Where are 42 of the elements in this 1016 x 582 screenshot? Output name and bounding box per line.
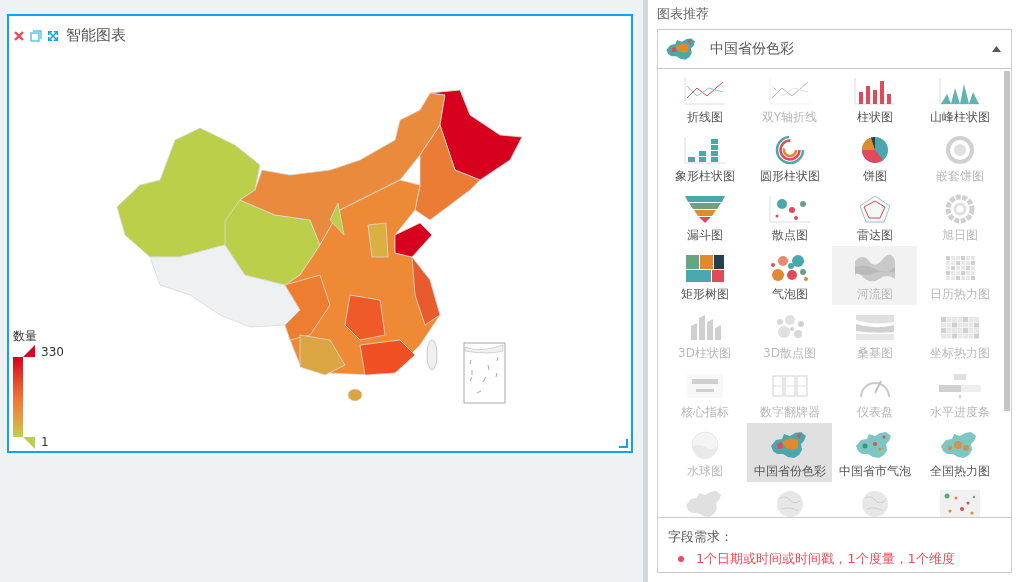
- chart-type-option[interactable]: 山峰柱状图: [917, 69, 1002, 128]
- chart-type-option[interactable]: 散点图: [747, 187, 832, 246]
- chart-type-option[interactable]: 中国省市气泡: [832, 423, 917, 482]
- area-peaks-icon: [937, 76, 982, 106]
- chart-type-option[interactable]: 中国省份色彩: [747, 423, 832, 482]
- chart-type-option[interactable]: 矩形树图: [662, 246, 747, 305]
- chart-type-option[interactable]: 折线图: [662, 69, 747, 128]
- copy-icon[interactable]: [30, 29, 42, 42]
- scatter-icon: [767, 194, 812, 224]
- legend-title: 数量: [13, 328, 38, 345]
- line-chart-icon: [767, 76, 812, 106]
- line-chart-icon: [682, 76, 727, 106]
- legend-min-value: 1: [41, 435, 50, 449]
- streamgraph-icon: [852, 253, 897, 283]
- chart-type-option[interactable]: 全国热力图: [917, 423, 1002, 482]
- expand-icon[interactable]: [47, 29, 59, 42]
- dot-map-icon: [937, 489, 982, 517]
- resize-handle[interactable]: [619, 439, 628, 448]
- chart-type-option[interactable]: 柱状图: [832, 69, 917, 128]
- chart-type-option[interactable]: 气泡图: [747, 246, 832, 305]
- south-china-sea-inset-drawing: [463, 342, 506, 404]
- range-handle-icon[interactable]: [23, 345, 35, 357]
- requirement-text: 1个日期或时间或时间戳，1个度量，1个维度: [696, 550, 955, 568]
- requirements-title: 字段需求：: [668, 528, 734, 546]
- chart-type-option[interactable]: 雷达图: [832, 187, 917, 246]
- chart-type-option[interactable]: 漏斗图: [662, 187, 747, 246]
- pictorial-bar-icon: [682, 135, 727, 165]
- bullet-dot: [678, 556, 684, 562]
- chart-type-option[interactable]: 圆形柱状图: [747, 128, 832, 187]
- progress-bar-icon: [937, 371, 982, 401]
- range-handle-icon[interactable]: [23, 437, 35, 449]
- chart-type-option[interactable]: 饼图: [832, 128, 917, 187]
- chart-type-dropdown[interactable]: 中国省份色彩: [657, 29, 1012, 69]
- bar-chart-icon: [852, 76, 897, 106]
- chart-type-option[interactable]: 象形柱状图: [662, 128, 747, 187]
- caret-icon: [992, 46, 1001, 52]
- panel-label: 图表推荐: [657, 5, 710, 23]
- chart-title: 智能图表: [66, 26, 126, 45]
- legend-max-value: 330: [41, 345, 64, 359]
- close-icon[interactable]: [13, 29, 25, 42]
- funnel-icon: [682, 194, 727, 224]
- scrollbar-thumb[interactable]: [1004, 71, 1010, 411]
